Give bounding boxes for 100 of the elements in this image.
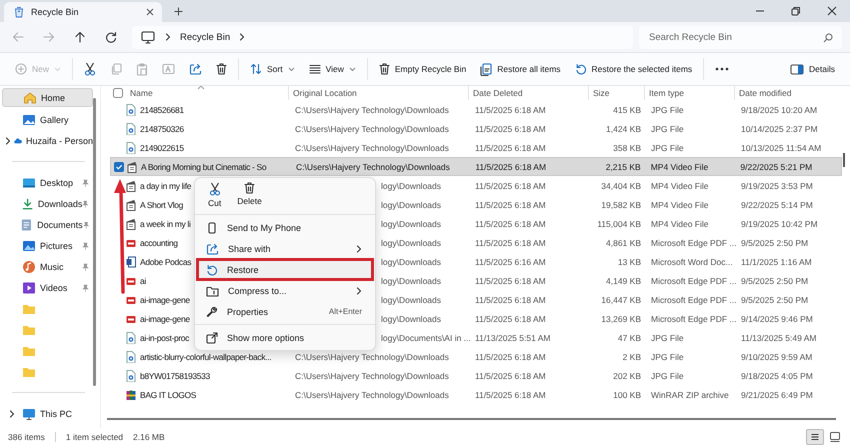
table-cell-text: 9/14/2025 9:46 PM bbox=[740, 314, 814, 324]
table-cell-text: 1,424 KB bbox=[605, 124, 642, 134]
restore-button[interactable]: Restore the selected items bbox=[568, 57, 700, 81]
menu-item[interactable]: Send to My Phone bbox=[196, 217, 374, 238]
table-cell-text: 9/18/2025 10:20 AM bbox=[740, 104, 818, 114]
file-name[interactable]: A Short Vlog bbox=[139, 200, 184, 210]
sidebar-item[interactable]: Home bbox=[2, 88, 93, 107]
file-name[interactable]: ai bbox=[139, 276, 146, 286]
table-cell-text: 4,861 KB bbox=[605, 238, 642, 248]
table-cell-text: 11/5/2025 6:18 AM bbox=[474, 162, 548, 172]
restore-window-icon[interactable] bbox=[791, 6, 801, 16]
gallery-icon bbox=[22, 112, 36, 126]
menu-item[interactable]: Share with bbox=[196, 238, 374, 259]
chevron-right-icon[interactable] bbox=[9, 410, 15, 418]
address-field[interactable]: Recycle Bin bbox=[132, 26, 633, 48]
trash-icon bbox=[216, 63, 228, 75]
table-cell-text: logy\Downloads bbox=[380, 200, 442, 210]
sidebar-item[interactable]: Pictures bbox=[2, 235, 93, 256]
column-header[interactable]: Size bbox=[588, 86, 644, 100]
table-cell-text: logy\Downloads bbox=[380, 294, 442, 304]
file-name[interactable]: b8YW01758193533 bbox=[139, 370, 210, 380]
table-cell-text: JPG File bbox=[650, 332, 685, 342]
details-button[interactable]: Details bbox=[783, 57, 842, 81]
sidebar-item[interactable]: Documents bbox=[2, 214, 93, 235]
column-header[interactable]: Original Location bbox=[288, 86, 468, 100]
sidebar-item[interactable]: Gallery bbox=[2, 109, 93, 130]
table-cell-text: C:\Users\Hajvery Technology\Downloads bbox=[295, 162, 451, 172]
file-name[interactable]: 2148750326 bbox=[139, 124, 184, 134]
image-file-icon bbox=[126, 142, 136, 154]
table-cell-text: 19,582 KB bbox=[600, 200, 642, 210]
search-field[interactable]: Search Recycle Bin bbox=[639, 26, 842, 48]
refresh-icon[interactable] bbox=[105, 31, 117, 43]
restore-document-icon bbox=[480, 62, 492, 76]
table-cell-text: 13,269 KB bbox=[600, 314, 642, 324]
file-name[interactable]: A Boring Morning but Cinematic - So bbox=[140, 162, 266, 172]
table-cell-text: 11/13/2025 5:51 AM bbox=[474, 332, 552, 342]
file-name[interactable]: ai-image-gene bbox=[139, 294, 190, 304]
file-name[interactable]: artistic-blurry-colorful-wallpaper-back... bbox=[139, 352, 272, 362]
scrollbar-thumb[interactable] bbox=[843, 153, 845, 167]
tiles-view-icon[interactable] bbox=[828, 430, 842, 444]
table-cell-text: MP4 Video File bbox=[650, 200, 710, 210]
file-name[interactable]: ai-in-post-proc bbox=[139, 332, 190, 342]
menu-item[interactable]: Show more options bbox=[196, 327, 374, 348]
window-tab[interactable]: Recycle Bin bbox=[4, 2, 162, 22]
checkbox[interactable] bbox=[113, 88, 123, 98]
table-cell-text: 11/5/2025 6:18 AM bbox=[474, 370, 547, 380]
sidebar-item[interactable]: This PC bbox=[2, 403, 93, 424]
file-name[interactable]: 2148526681 bbox=[139, 104, 184, 114]
menu-item[interactable]: Restore bbox=[196, 258, 374, 281]
chevron-right-icon[interactable] bbox=[4, 136, 11, 144]
file-name[interactable]: ai-image-gene bbox=[139, 314, 190, 324]
plus-icon[interactable] bbox=[174, 7, 183, 16]
table-cell-text: logy\Downloads bbox=[380, 276, 442, 286]
table-cell-text: 11/5/2025 6:18 AM bbox=[474, 314, 547, 324]
close-icon[interactable] bbox=[146, 8, 154, 16]
table-cell-text: 2,215 KB bbox=[604, 162, 642, 172]
table-cell-text: 34,404 KB bbox=[600, 180, 642, 190]
scrollbar-thumb[interactable] bbox=[93, 98, 96, 386]
checkbox[interactable] bbox=[114, 162, 124, 172]
file-name[interactable]: accounting bbox=[139, 238, 178, 248]
column-header[interactable]: Date modified bbox=[734, 86, 839, 100]
scissors-icon bbox=[84, 62, 96, 76]
file-name[interactable]: BAG IT LOGOS bbox=[139, 390, 196, 400]
horizontal-scrollbar[interactable] bbox=[107, 418, 836, 420]
music-icon bbox=[22, 260, 36, 274]
breadcrumb-item[interactable]: Recycle Bin bbox=[180, 32, 230, 42]
view-button[interactable]: View bbox=[302, 57, 363, 81]
sidebar-item[interactable]: Music bbox=[2, 256, 93, 277]
file-name[interactable]: Adobe Podcas bbox=[139, 256, 192, 266]
sidebar-item[interactable]: Huzaifa - Person bbox=[2, 130, 93, 151]
menu-item[interactable]: Properties Alt+Enter bbox=[196, 301, 374, 322]
archive-books-icon bbox=[126, 388, 136, 400]
selection-info: 1 item selected bbox=[66, 432, 124, 442]
delete-button[interactable]: Delete bbox=[232, 180, 267, 212]
file-name[interactable]: 2149022615 bbox=[139, 142, 184, 152]
word-file-icon bbox=[126, 256, 136, 268]
table-cell-text: Microsoft Edge PDF ... bbox=[650, 314, 737, 324]
restore-all-button[interactable]: Restore all items bbox=[473, 57, 568, 81]
file-name[interactable]: a week in my li bbox=[139, 218, 190, 228]
details-view-icon[interactable] bbox=[806, 428, 824, 444]
menu-item[interactable]: Compress to... bbox=[196, 280, 374, 301]
table-cell-text: 9/21/2025 6:49 PM bbox=[740, 390, 814, 400]
archive-folder-icon bbox=[206, 284, 219, 296]
undo-arrow-icon bbox=[206, 264, 218, 276]
sidebar-item[interactable]: Videos bbox=[2, 277, 93, 298]
sidebar-item[interactable]: Desktop bbox=[2, 172, 93, 193]
empty-button[interactable]: Empty Recycle Bin bbox=[372, 57, 474, 81]
close-icon[interactable] bbox=[827, 6, 837, 16]
up-arrow-icon[interactable] bbox=[74, 31, 86, 43]
column-header[interactable]: Item type bbox=[644, 86, 734, 100]
table-cell-text: 11/5/2025 6:18 AM bbox=[474, 200, 547, 210]
file-name[interactable]: a day in my life bbox=[139, 180, 192, 190]
item-count: 386 items bbox=[8, 432, 45, 442]
column-header[interactable]: Name bbox=[126, 86, 288, 100]
sidebar-item[interactable]: Downloads bbox=[2, 193, 93, 214]
sort-button[interactable]: Sort bbox=[243, 57, 302, 81]
column-header[interactable]: Date Deleted bbox=[468, 86, 588, 100]
selected-row[interactable]: A Boring Morning but Cinematic - So C:\Users\Hajvery Technology\Downloads 11/5/2025 6:18 AM 2,215 KB MP4 Video File 9/22/2025 5:21 PM bbox=[110, 157, 842, 176]
cut-button[interactable]: Cut bbox=[203, 180, 226, 212]
clipboard-icon bbox=[136, 62, 148, 76]
